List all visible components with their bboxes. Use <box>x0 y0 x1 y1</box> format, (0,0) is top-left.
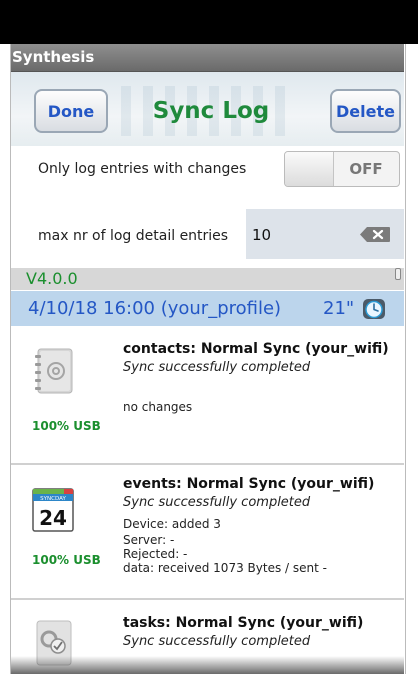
app-title-bar: Synthesis <box>11 44 404 72</box>
entry-status: Sync successfully completed <box>123 360 311 375</box>
version-bar: V4.0.0 <box>11 268 404 290</box>
usb-label: 100% USB <box>32 553 101 567</box>
session-duration: 21" <box>323 298 355 319</box>
usb-label: 100% USB <box>32 419 101 433</box>
entry-detail: Server: - <box>123 533 175 547</box>
delete-button[interactable]: Delete <box>330 89 401 133</box>
status-bar <box>0 0 418 44</box>
clock-icon <box>363 299 385 319</box>
entry-detail: Device: added 3 <box>123 517 221 531</box>
log-entry-events[interactable]: SYNCDAY 24 100% USB events: Normal Sync … <box>11 465 404 600</box>
done-button[interactable]: Done <box>34 89 108 133</box>
app-title: Synthesis <box>12 48 95 66</box>
entry-detail: data: received 1073 Bytes / sent - <box>123 561 327 575</box>
entry-title: tasks: Normal Sync (your_wifi) <box>123 615 364 631</box>
only-changes-label: Only log entries with changes <box>38 161 247 177</box>
only-changes-toggle[interactable]: OFF <box>284 151 400 187</box>
calendar-label: SYNCDAY <box>40 496 66 502</box>
calendar-day: 24 <box>39 506 67 530</box>
max-entries-row: max nr of log detail entries 10 <box>11 198 404 264</box>
max-entries-label: max nr of log detail entries <box>38 228 229 244</box>
bottom-scroll-shadow <box>11 656 404 674</box>
log-header: Done Sync Log Delete <box>11 72 404 146</box>
session-datetime: 4/10/18 16:00 (your_profile) <box>28 298 282 319</box>
entry-title: contacts: Normal Sync (your_wifi) <box>123 341 389 357</box>
page-title: Sync Log <box>152 98 270 124</box>
clear-input-icon[interactable] <box>359 226 391 243</box>
entry-status: Sync successfully completed <box>123 634 311 649</box>
only-changes-row: Only log entries with changes OFF <box>11 146 404 198</box>
calendar-icon: SYNCDAY 24 <box>32 488 74 532</box>
max-entries-value: 10 <box>252 226 272 244</box>
entry-detail: Rejected: - <box>123 547 188 561</box>
entry-status: Sync successfully completed <box>123 495 311 510</box>
entry-title: events: Normal Sync (your_wifi) <box>123 476 375 492</box>
contacts-icon <box>35 348 73 394</box>
toggle-state: OFF <box>349 160 383 178</box>
entry-detail: no changes <box>123 400 193 414</box>
max-entries-input[interactable]: 10 <box>246 209 404 259</box>
session-header[interactable]: 4/10/18 16:00 (your_profile) 21" <box>11 291 404 326</box>
version-label: V4.0.0 <box>26 269 78 288</box>
scrollbar-indicator[interactable] <box>395 268 401 280</box>
log-entry-contacts[interactable]: 100% USB contacts: Normal Sync (your_wif… <box>11 326 404 465</box>
toggle-knob <box>285 152 334 186</box>
